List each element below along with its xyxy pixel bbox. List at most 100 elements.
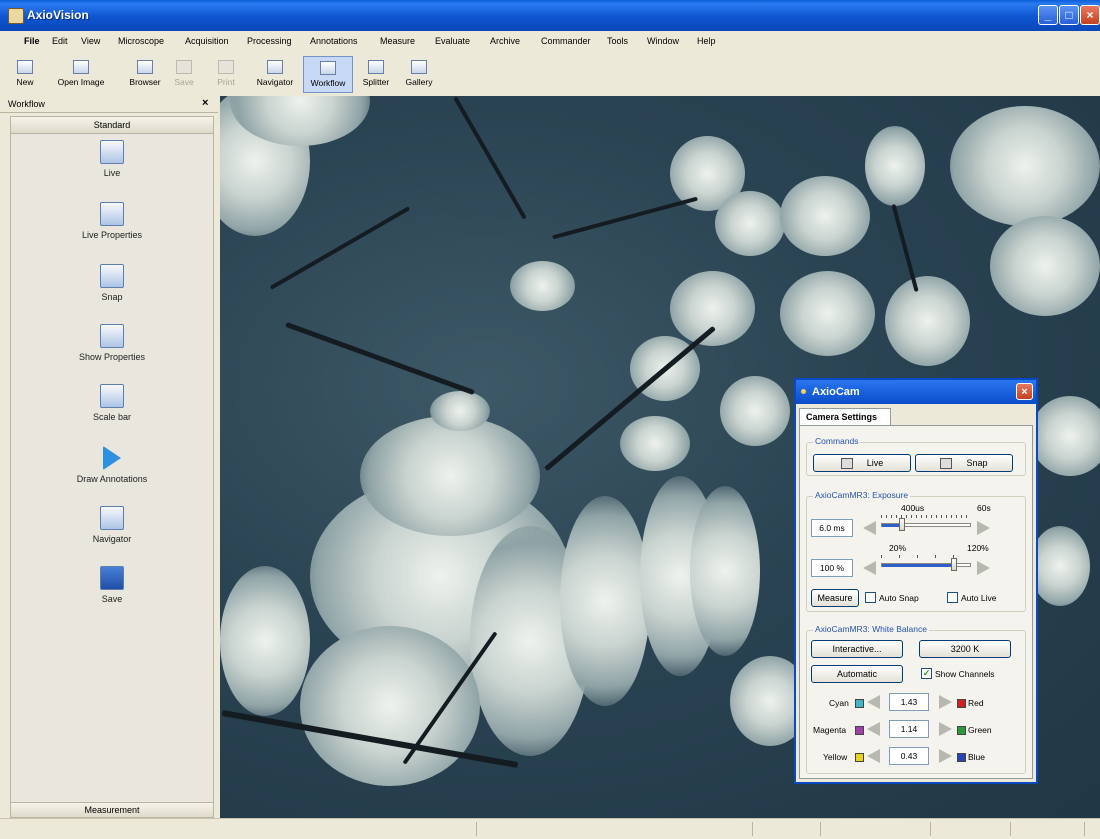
channel-left-label: Cyan [829,698,849,708]
workflow-close-icon[interactable]: × [202,97,208,109]
open-image-icon [73,60,89,74]
tab-camera-settings[interactable]: Camera Settings [799,408,891,426]
open-image-label: Open Image [57,77,105,87]
red-increase-icon[interactable] [939,695,952,709]
workflow-group-standard[interactable]: Standard [10,116,214,134]
gain-increase-icon[interactable] [977,561,990,575]
gain-slider[interactable] [881,553,971,571]
red-swatch-icon [957,699,966,708]
play-arrow-icon [103,446,121,470]
menu-evaluate[interactable]: Evaluate [435,36,470,46]
image-crystal [510,261,575,311]
menu-tools[interactable]: Tools [607,36,628,46]
status-separator [1010,822,1011,836]
menu-help[interactable]: Help [697,36,716,46]
axiocam-title-bar[interactable]: AxioCam × [796,380,1036,404]
scale-bar-icon [100,384,124,408]
browser-icon [137,60,153,74]
image-crystal [885,276,970,366]
image-crystal [430,391,490,431]
workflow-item-label: Save [101,594,123,604]
magenta-green-value[interactable]: 1.14 [889,720,929,738]
blue-increase-icon[interactable] [939,749,952,763]
exposure-time-field[interactable]: 6.0 ms [811,519,853,537]
slider-thumb[interactable] [951,558,957,571]
auto-live-checkbox[interactable] [947,592,958,603]
menu-bar: File Edit View Microscope Acquisition Pr… [0,31,1100,53]
menu-archive[interactable]: Archive [490,36,520,46]
exposure-decrease-icon[interactable] [863,521,876,535]
minimize-button[interactable]: _ [1038,5,1058,25]
cyan-red-value[interactable]: 1.43 [889,693,929,711]
browser-button[interactable]: Browser [122,56,168,93]
snap-button[interactable]: Snap [915,454,1013,472]
image-crystal [620,416,690,471]
live-button[interactable]: Live [813,454,911,472]
status-separator [930,822,931,836]
splitter-icon [368,60,384,74]
menu-view[interactable]: View [81,36,100,46]
navigator-button[interactable]: Navigator [250,56,300,93]
workflow-item-live-properties[interactable]: Live Properties [11,202,213,240]
menu-microscope[interactable]: Microscope [118,36,164,46]
maximize-button[interactable]: □ [1059,5,1079,25]
interactive-button[interactable]: Interactive... [811,640,903,658]
channel-right-label: Green [968,725,992,735]
workflow-item-label: Snap [101,292,123,302]
magenta-decrease-icon[interactable] [867,722,880,736]
gallery-button[interactable]: Gallery [399,56,439,93]
window-title: AxioVision [27,8,89,22]
workflow-group-measurement[interactable]: Measurement [10,802,214,818]
axiocam-app-icon [801,389,806,394]
gain-decrease-icon[interactable] [863,561,876,575]
workflow-button[interactable]: Workflow [303,56,353,93]
image-crystal [990,216,1100,316]
automatic-button[interactable]: Automatic [811,665,903,683]
workflow-item-live[interactable]: Live [11,140,213,178]
workflow-item-draw-annotations[interactable]: Draw Annotations [11,446,213,484]
gain-max-label: 120% [967,543,989,553]
close-button[interactable]: × [1080,5,1100,25]
magenta-swatch-icon [855,726,864,735]
workflow-item-save[interactable]: Save [11,566,213,604]
exposure-increase-icon[interactable] [977,521,990,535]
menu-edit[interactable]: Edit [52,36,68,46]
menu-commander[interactable]: Commander [541,36,591,46]
menu-window[interactable]: Window [647,36,679,46]
save-toolbar-button[interactable]: Save [170,56,198,93]
color-temperature-button[interactable]: 3200 K [919,640,1011,658]
menu-acquisition[interactable]: Acquisition [185,36,229,46]
exposure-group-label: AxioCamMR3: Exposure [813,490,911,500]
menu-measure[interactable]: Measure [380,36,415,46]
navigator-icon [267,60,283,74]
exposure-time-slider[interactable] [881,513,971,531]
image-crack [285,321,475,396]
green-increase-icon[interactable] [939,722,952,736]
menu-file[interactable]: File [24,36,40,46]
workflow-item-scale-bar[interactable]: Scale bar [11,384,213,422]
slider-thumb[interactable] [899,518,905,531]
image-crystal [1030,396,1100,476]
axiocam-close-icon[interactable]: × [1016,383,1033,400]
show-channels-checkbox[interactable]: ✓ [921,668,932,679]
workflow-item-show-properties[interactable]: Show Properties [11,324,213,362]
menu-annotations[interactable]: Annotations [310,36,358,46]
measure-button[interactable]: Measure [811,589,859,607]
yellow-decrease-icon[interactable] [867,749,880,763]
gain-field[interactable]: 100 % [811,559,853,577]
workflow-item-list: Live Live Properties Snap Show Propertie… [10,134,214,802]
yellow-blue-value[interactable]: 0.43 [889,747,929,765]
workflow-item-navigator[interactable]: Navigator [11,506,213,544]
workflow-panel-title: Workflow [8,99,45,109]
open-image-button[interactable]: Open Image [44,56,118,93]
cyan-decrease-icon[interactable] [867,695,880,709]
live-properties-icon [100,202,124,226]
live-button-label: Live [866,458,884,468]
splitter-button[interactable]: Splitter [355,56,397,93]
print-button[interactable]: Print [212,56,240,93]
new-button[interactable]: New [12,56,38,93]
auto-snap-checkbox[interactable] [865,592,876,603]
image-crystal [1030,526,1090,606]
workflow-item-snap[interactable]: Snap [11,264,213,302]
menu-processing[interactable]: Processing [247,36,292,46]
